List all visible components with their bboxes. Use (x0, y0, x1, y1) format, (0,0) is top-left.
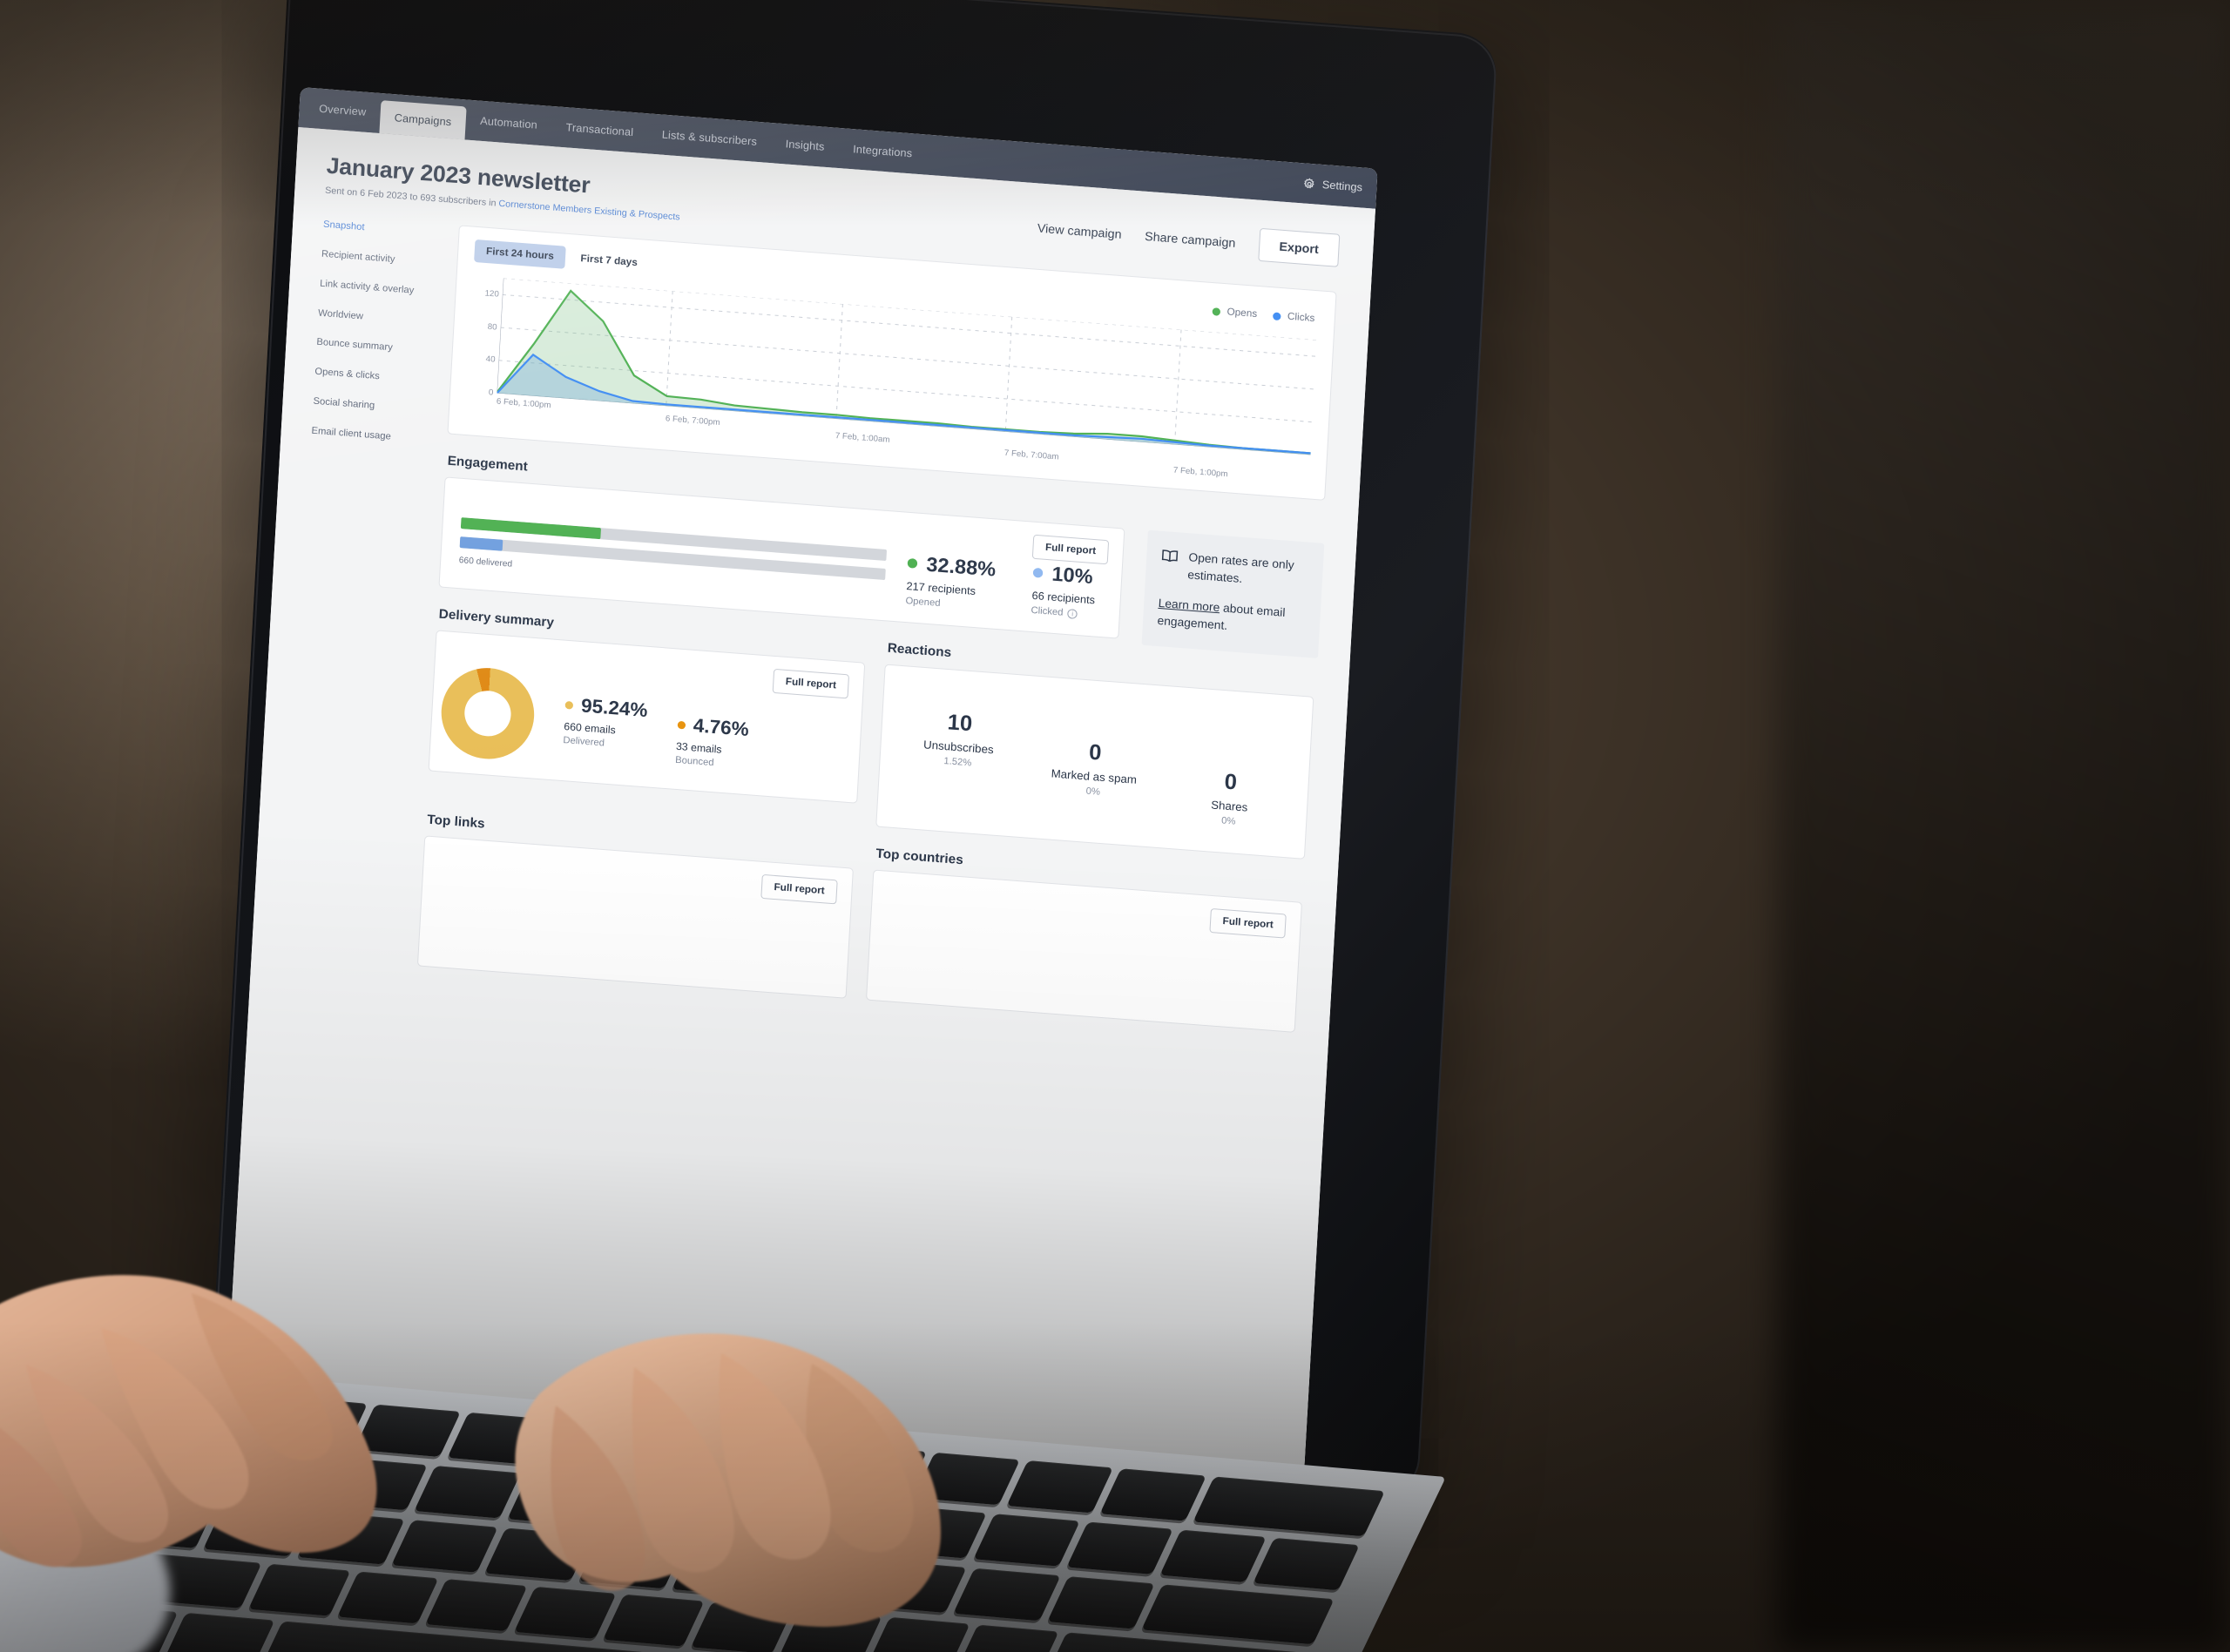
top-countries-card: Full report (865, 869, 1303, 1033)
legend-label: Opens (1226, 307, 1258, 320)
reactions-card: 10 Unsubscribes 1.52% 0 Marked as spam 0… (875, 664, 1314, 860)
stat-clicked-caption: Clicked i (1031, 605, 1094, 620)
stat-opened-value-row: 32.88% (907, 551, 997, 582)
activity-chart-card: First 24 hours First 7 days Opens Clicks… (447, 225, 1337, 501)
stat-caption-text: Clicked (1031, 604, 1064, 618)
laptop: Overview Campaigns Automation Transactio… (0, 0, 2230, 1652)
delivered-percent: 95.24% (580, 694, 649, 722)
nav-label: Integrations (852, 143, 913, 160)
delivered-value-row: 95.24% (564, 693, 648, 722)
nav-item-integrations[interactable]: Integrations (838, 128, 928, 175)
note-row: Open rates are only estimates. (1159, 547, 1309, 592)
nav-label: Automation (479, 114, 538, 131)
legend-label: Clicks (1287, 311, 1315, 325)
chart-x-tick: 7 Feb, 7:00am (1004, 448, 1059, 462)
bounced-value-row: 4.76% (677, 713, 750, 741)
chart-y-tick: 0 (488, 388, 494, 398)
chart-x-tick: 7 Feb, 1:00pm (1172, 465, 1228, 480)
book-icon (1159, 549, 1179, 583)
stat-opened-value: 32.88% (925, 552, 997, 581)
unsubscribes-count: 10 (946, 710, 973, 737)
engagement-bars: 660 delivered (458, 517, 908, 599)
share-campaign-button[interactable]: Share campaign (1145, 229, 1236, 250)
nav-item-automation[interactable]: Automation (465, 99, 553, 145)
sidebar-item-social-sharing[interactable]: Social sharing (313, 395, 431, 417)
legend-dot-opens (1212, 307, 1221, 316)
stat-clicked-value-row: 10% (1032, 561, 1097, 589)
tab-first-7-days[interactable]: First 7 days (568, 246, 649, 275)
stat-clicked: 10% 66 recipients Clicked i (1031, 561, 1097, 620)
legend-dot-clicks (1273, 311, 1282, 320)
open-rate-note-card: Open rates are only estimates. Learn mor… (1141, 529, 1325, 659)
sidebar-item-email-client-usage[interactable]: Email client usage (311, 425, 429, 447)
chart-y-tick: 80 (487, 321, 497, 333)
top-links-card: Full report (416, 835, 854, 999)
nav-label: Overview (318, 102, 367, 118)
chart-y-tick: 120 (484, 288, 500, 300)
sidebar-item-opens-clicks[interactable]: Opens & clicks (314, 366, 433, 388)
nav-label: Campaigns (394, 111, 452, 129)
sidebar-item-bounce-summary[interactable]: Bounce summary (316, 336, 435, 358)
info-icon[interactable]: i (1067, 608, 1078, 619)
settings-button[interactable]: Settings (1301, 163, 1378, 208)
reaction-shares: 0 Shares 0% (1160, 726, 1302, 832)
reaction-unsubscribes: 10 Unsubscribes 1.52% (887, 705, 1029, 811)
settings-label: Settings (1321, 179, 1363, 194)
bounced-percent: 4.76% (693, 714, 750, 741)
chart-x-tick: 7 Feb, 1:00am (835, 431, 890, 445)
stat-clicked-value: 10% (1051, 562, 1094, 589)
stat-dot-clicked (1032, 567, 1044, 578)
stat-clicked-recipients: 66 recipients (1031, 589, 1096, 607)
stat-dot-opened (907, 557, 918, 569)
sidebar-item-link-activity-overlay[interactable]: Link activity & overlay (320, 277, 438, 299)
dot-bounced (677, 720, 686, 729)
bounced-caption: Bounced (674, 754, 714, 769)
chart-x-tick: 6 Feb, 7:00pm (665, 414, 720, 428)
right-hand (515, 1333, 941, 1628)
nav-item-overview[interactable]: Overview (304, 87, 382, 133)
delivery-column: Delivery summary Full report 95.24% 660 … (427, 587, 868, 825)
learn-more-link[interactable]: Learn more (1158, 597, 1220, 614)
tab-first-24-hours[interactable]: First 24 hours (474, 239, 566, 269)
spam-count: 0 (1088, 739, 1103, 765)
nav-label: Transactional (565, 121, 634, 139)
chart-y-axis: 0 40 80 120 (467, 276, 500, 397)
reaction-marked-as-spam: 0 Marked as spam 0% (1024, 716, 1166, 821)
chart-y-tick: 40 (485, 354, 496, 365)
top-links-column: Top links Full report (416, 792, 856, 999)
stat-caption-text: Opened (905, 595, 941, 609)
nav-label: Insights (785, 138, 825, 153)
chart-x-tick: 6 Feb, 1:00pm (496, 396, 551, 411)
top-countries-full-report-button[interactable]: Full report (1209, 907, 1287, 939)
stat-opened: 32.88% 217 recipients Opened (905, 551, 997, 613)
note-learn-more[interactable]: Learn more about email engagement. (1157, 595, 1307, 640)
sidebar-item-snapshot[interactable]: Snapshot (323, 219, 442, 240)
header-actions: View campaign Share campaign Export (1037, 206, 1341, 267)
reactions-column: Reactions 10 Unsubscribes 1.52% 0 Marked… (875, 621, 1316, 860)
page-header-text: January 2023 newsletter Sent on 6 Feb 20… (325, 152, 682, 223)
nav-item-insights[interactable]: Insights (770, 123, 840, 168)
note-text: Open rates are only estimates. (1186, 550, 1295, 585)
delivery-summary-card: Full report 95.24% 660 emails Delivered … (428, 630, 866, 804)
delivery-donut-chart (438, 664, 537, 763)
top-links-full-report-button[interactable]: Full report (760, 873, 838, 905)
engagement-full-report-button[interactable]: Full report (1031, 534, 1110, 565)
top-countries-column: Top countries Full report (865, 826, 1305, 1033)
view-campaign-button[interactable]: View campaign (1037, 221, 1122, 241)
nav-item-transactional[interactable]: Transactional (551, 106, 649, 153)
sidebar-item-recipient-activity[interactable]: Recipient activity (321, 247, 440, 269)
content-columns: Snapshot Recipient activity Link activit… (282, 215, 1337, 1033)
dot-delivered (564, 700, 574, 710)
shares-count: 0 (1223, 769, 1238, 795)
stat-opened-caption: Opened (905, 596, 994, 613)
report-sidebar: Snapshot Recipient activity Link activit… (282, 215, 442, 965)
sidebar-item-worldview[interactable]: Worldview (318, 307, 436, 328)
export-button[interactable]: Export (1257, 227, 1341, 267)
delivery-stat-bounced: 4.76% 33 emails Bounced (675, 713, 750, 771)
delivery-stat-delivered: 95.24% 660 emails Delivered (563, 693, 648, 752)
gear-icon (1302, 177, 1316, 191)
report-main: First 24 hours First 7 days Opens Clicks… (416, 225, 1337, 1033)
nav-label: Lists & subscribers (661, 128, 758, 148)
